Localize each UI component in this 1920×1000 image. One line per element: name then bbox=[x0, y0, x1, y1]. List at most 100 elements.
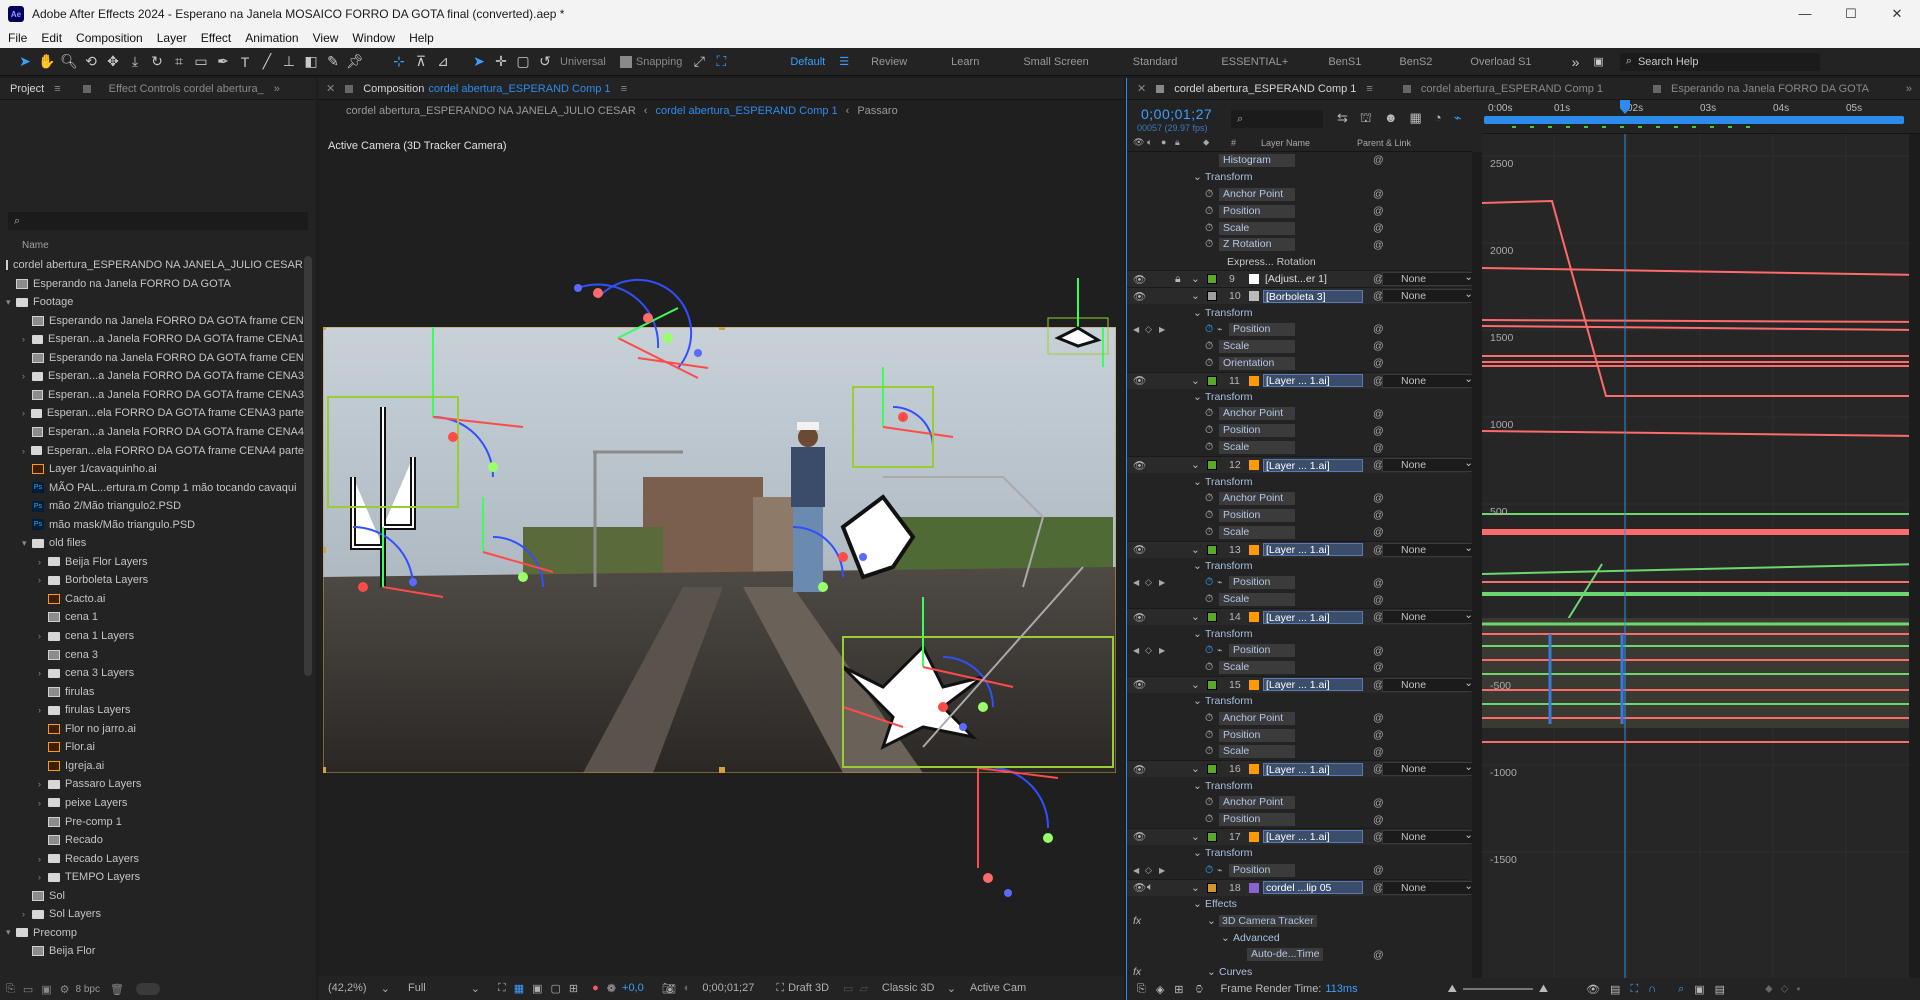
layer-visibility-icon[interactable]: 👁︎ bbox=[1133, 830, 1146, 843]
include-in-graph-icon[interactable]: ⌁ bbox=[1217, 577, 1222, 588]
stopwatch-icon[interactable]: ⏱︎ bbox=[1205, 424, 1213, 437]
timeline-property-row[interactable]: ⏱︎ Scale @ bbox=[1127, 439, 1467, 456]
property-label[interactable]: Position bbox=[1219, 728, 1295, 742]
work-area-bar[interactable] bbox=[1484, 116, 1904, 124]
property-label[interactable]: Scale bbox=[1219, 525, 1295, 539]
universal-selection-icon[interactable]: ➤ bbox=[468, 51, 490, 73]
close-tab-icon[interactable]: ✕ bbox=[326, 82, 335, 95]
twirl-arrow-icon[interactable]: › bbox=[22, 909, 32, 919]
property-label[interactable]: Orientation bbox=[1219, 356, 1295, 370]
twirl-arrow-icon[interactable]: › bbox=[38, 557, 48, 567]
layer-label-color-icon[interactable] bbox=[1207, 274, 1217, 285]
draft-3d-label[interactable]: Draft 3D bbox=[788, 982, 829, 994]
group-twirl-icon[interactable]: ⌄ bbox=[1193, 780, 1202, 792]
graph-editor[interactable]: 0:00s 01s 02s 03s 04s 05s 2500 2000 1500… bbox=[1482, 100, 1920, 980]
snapshot-camera-icon[interactable]: 📷︎ bbox=[662, 982, 676, 995]
layer-visibility-icon[interactable]: 👁︎ bbox=[1133, 543, 1146, 556]
project-item[interactable]: Igreja.ai bbox=[0, 757, 304, 775]
workspace-small-screen[interactable]: Small Screen bbox=[1023, 56, 1088, 68]
project-item[interactable]: cordel abertura_ESPERANDO NA JANELA_JULI… bbox=[0, 256, 304, 274]
timeline-search-input[interactable]: ⌕ bbox=[1231, 110, 1323, 128]
timeline-property-row[interactable]: ⏱︎ Z Rotation @ bbox=[1127, 237, 1467, 254]
parent-dropdown[interactable]: None ⌄ bbox=[1382, 271, 1472, 287]
project-item[interactable]: › cena 3 Layers bbox=[0, 664, 304, 682]
stopwatch-icon[interactable]: ⏱︎ bbox=[1205, 323, 1213, 336]
project-item[interactable]: › Borboleta Layers bbox=[0, 571, 304, 589]
shy-layers-icon[interactable]: ☻ bbox=[1384, 110, 1398, 128]
project-item[interactable]: › Esperan...ela FORRO DA GOTA frame CENA3… bbox=[0, 404, 304, 422]
layer-twirl-icon[interactable]: ⌄ bbox=[1191, 679, 1200, 691]
property-label[interactable]: Position bbox=[1219, 813, 1295, 827]
include-in-graph-icon[interactable]: ⌁ bbox=[1217, 324, 1222, 335]
timeline-property-row[interactable]: ⏱︎ Anchor Point @ bbox=[1127, 794, 1467, 811]
expression-pick-whip-icon[interactable]: @ bbox=[1373, 526, 1384, 538]
property-label[interactable]: Position bbox=[1219, 204, 1295, 218]
timeline-property-row[interactable]: ⏱︎ Position @ bbox=[1127, 727, 1467, 744]
property-label[interactable]: Histogram bbox=[1219, 153, 1295, 167]
parent-dropdown[interactable]: None ⌄ bbox=[1382, 761, 1472, 777]
property-label[interactable]: Scale bbox=[1219, 660, 1295, 674]
dolly-camera-tool-icon[interactable]: ⤓ bbox=[124, 51, 146, 73]
selection-tool-icon[interactable]: ➤ bbox=[14, 51, 36, 73]
stopwatch-icon[interactable]: ⏱︎ bbox=[1205, 407, 1213, 420]
expression-pick-whip-icon[interactable]: @ bbox=[1373, 492, 1384, 504]
graph-type-icon[interactable]: ▤ bbox=[1610, 983, 1620, 996]
project-item[interactable]: Esperan...a Janela FORRO DA GOTA frame C… bbox=[0, 386, 304, 404]
breadcrumb-item-3[interactable]: Passaro bbox=[857, 105, 897, 117]
group-twirl-icon[interactable]: ⌄ bbox=[1193, 560, 1202, 572]
timeline-property-row[interactable]: ⌄ Transform bbox=[1127, 558, 1467, 575]
audio-icon[interactable]: 🔈︎ bbox=[1147, 137, 1152, 148]
expression-pick-whip-icon[interactable]: @ bbox=[1373, 746, 1384, 758]
ground-plane-icon[interactable]: ▱ bbox=[859, 982, 867, 995]
timeline-layer-row[interactable]: 👁︎ 🔈︎ ⌄ 18 cordel ...lip 05 @ None ⌄ bbox=[1127, 878, 1472, 896]
show-transform-box-icon[interactable]: ⛶ bbox=[1630, 983, 1638, 996]
layer-visibility-icon[interactable]: 👁︎ bbox=[1133, 374, 1146, 387]
previous-keyframe-icon[interactable]: ◀ bbox=[1133, 578, 1139, 587]
project-item[interactable]: Pre-comp 1 bbox=[0, 813, 304, 831]
region-of-interest-icon[interactable]: ▢ bbox=[551, 982, 561, 995]
layer-name[interactable]: [Layer ... 1.ai] bbox=[1263, 458, 1363, 472]
parent-link-header[interactable]: Parent & Link bbox=[1357, 138, 1411, 148]
workspace-menu-icon[interactable]: ☰ bbox=[839, 55, 849, 68]
timeline-layer-scrollbar[interactable] bbox=[1472, 152, 1482, 978]
timeline-property-row[interactable]: ⏱︎ Anchor Point @ bbox=[1127, 406, 1467, 423]
project-item[interactable]: ▾ Precomp bbox=[0, 924, 304, 942]
stopwatch-icon[interactable]: ⏱︎ bbox=[1205, 644, 1213, 657]
layer-name[interactable]: [Layer ... 1.ai] bbox=[1263, 610, 1363, 624]
property-label[interactable]: Scale bbox=[1219, 593, 1295, 607]
project-item[interactable]: › firulas Layers bbox=[0, 701, 304, 719]
exposure-reset-icon[interactable]: ❁ bbox=[607, 982, 616, 995]
timeline-property-row[interactable]: ⌄ Advanced bbox=[1127, 929, 1467, 946]
expression-pick-whip-icon[interactable]: @ bbox=[1373, 864, 1384, 876]
stopwatch-icon[interactable]: ⏱︎ bbox=[1205, 357, 1213, 370]
workspace-default[interactable]: Default bbox=[790, 56, 825, 68]
timeline-property-row[interactable]: ⌄ Effects bbox=[1127, 896, 1467, 913]
motion-blur-icon[interactable]: ◔ bbox=[1434, 110, 1442, 128]
label-column-icon[interactable]: ⬥ bbox=[1203, 137, 1209, 148]
show-graph-properties-icon[interactable]: 👁︎ bbox=[1586, 983, 1600, 996]
butterfly-layer-gizmos[interactable] bbox=[558, 278, 738, 398]
project-item[interactable]: › cena 1 Layers bbox=[0, 627, 304, 645]
expression-pick-whip-icon[interactable]: @ bbox=[1373, 357, 1384, 369]
transfer-controls-icon[interactable]: ◈ bbox=[1156, 983, 1164, 996]
graph-scrollbar[interactable] bbox=[1909, 134, 1920, 978]
expression-pick-whip-icon[interactable]: @ bbox=[1373, 577, 1384, 589]
rotation-tool-icon[interactable]: ↻ bbox=[146, 51, 168, 73]
expression-pick-whip-icon[interactable]: @ bbox=[1373, 797, 1384, 809]
timeline-property-row[interactable]: ⏱︎ Scale @ bbox=[1127, 659, 1467, 676]
layer-twirl-icon[interactable]: ⌄ bbox=[1191, 882, 1200, 894]
menu-animation[interactable]: Animation bbox=[245, 31, 298, 45]
fit-selection-icon[interactable]: ⌕ bbox=[1678, 983, 1684, 996]
expression-pick-whip-icon[interactable]: @ bbox=[1373, 442, 1384, 454]
local-axis-mode-icon[interactable]: ⊹ bbox=[388, 51, 410, 73]
project-item[interactable]: Cacto.ai bbox=[0, 590, 304, 608]
timeline-property-row[interactable]: ◀ ◇ ▶ ⏱︎ ⌁ Position @ bbox=[1127, 321, 1467, 338]
layer-label-color-icon[interactable] bbox=[1207, 679, 1217, 690]
project-item[interactable]: › Esperan...a Janela FORRO DA GOTA frame … bbox=[0, 330, 304, 348]
timeline-property-row[interactable]: ⏱︎ Orientation @ bbox=[1127, 355, 1467, 372]
stopwatch-icon[interactable]: ⏱︎ bbox=[1205, 796, 1213, 809]
effect-toggle-icon[interactable]: fx bbox=[1133, 915, 1141, 927]
expression-pick-whip-icon[interactable]: @ bbox=[1373, 408, 1384, 420]
timeline-property-row[interactable]: ⏱︎ Position @ bbox=[1127, 507, 1467, 524]
tab-timeline-1[interactable]: cordel abertura_ESPERAND Comp 1 bbox=[1164, 83, 1366, 95]
